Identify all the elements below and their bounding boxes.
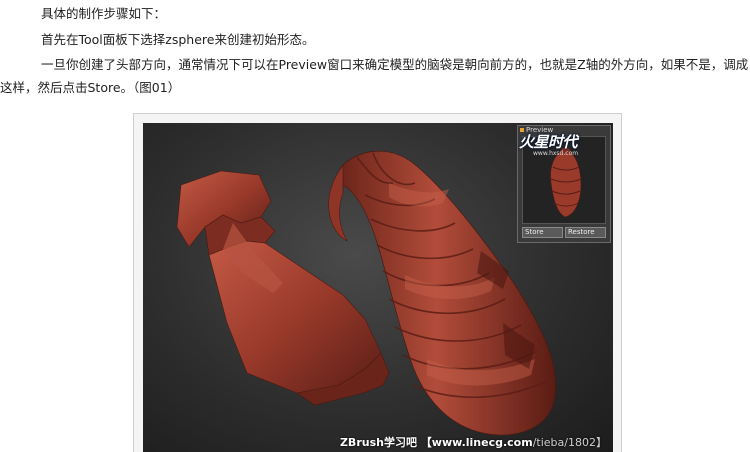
hxsd-logo-url: www.hxsd.com xyxy=(533,150,579,157)
watermark-tieba: /tieba/1802】 xyxy=(532,436,607,449)
paragraph-store-instruction: 这样，然后点击Store。（图01） xyxy=(0,80,181,95)
hxsd-logo-mark: 火星时代 xyxy=(519,133,578,151)
watermark-site: ZBrush学习吧 xyxy=(339,436,417,449)
paragraph-tool-panel: 首先在Tool面板下选择zsphere来创建初始形态。 xyxy=(41,32,315,47)
store-button[interactable]: Store xyxy=(522,227,563,238)
figure-01: Preview Store Restore 火星时代 www.hxsd.com … xyxy=(133,113,622,452)
restore-button[interactable]: Restore xyxy=(565,227,606,238)
paragraph-preview-window: 一旦你创建了头部方向，通常情况下可以在Preview窗口来确定模型的脑袋是朝向前… xyxy=(41,57,749,72)
panel-dot-icon xyxy=(520,128,524,132)
hxsd-logo: 火星时代 www.hxsd.com xyxy=(519,134,611,157)
zbrush-render: Preview Store Restore 火星时代 www.hxsd.com … xyxy=(143,123,613,452)
watermark-url: 【www.linecg.com xyxy=(420,436,533,449)
watermark: ZBrush学习吧 【www.linecg.com/tieba/1802】 xyxy=(340,434,607,450)
page: 具体的制作步骤如下： 首先在Tool面板下选择zsphere来创建初始形态。 一… xyxy=(0,0,750,452)
paragraph-steps-intro: 具体的制作步骤如下： xyxy=(41,6,167,21)
